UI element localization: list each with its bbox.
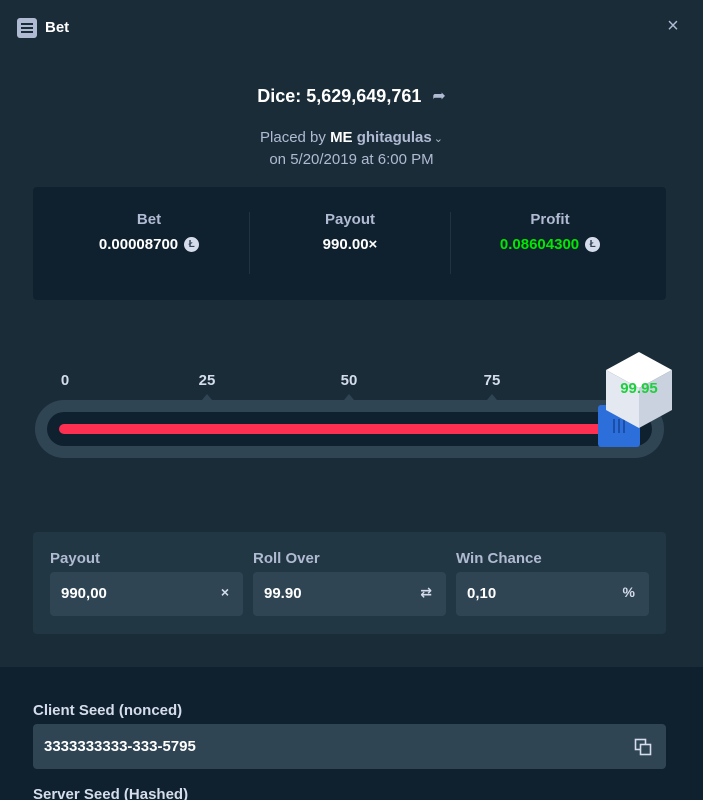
slider-fill xyxy=(59,424,604,434)
payout-field-value: 990,00 xyxy=(61,585,107,602)
copy-icon[interactable] xyxy=(634,738,652,756)
roll-over-field[interactable]: 99.90 ⇄ xyxy=(253,572,446,616)
client-seed-label: Client Seed (nonced) xyxy=(33,702,183,719)
win-chance-field-label: Win Chance xyxy=(456,550,542,567)
slider-tick-75: 75 xyxy=(483,372,501,389)
placed-by-line: Placed by ME ghitagulas ⌄ xyxy=(0,129,703,146)
multiply-icon: × xyxy=(220,584,229,600)
username-link[interactable]: ghitagulas xyxy=(357,129,432,146)
bet-checklist-icon xyxy=(17,18,37,38)
dice-result-value: 99.95 xyxy=(620,380,658,397)
slider-tick-0: 0 xyxy=(60,372,70,389)
stat-profit-label: Profit xyxy=(530,211,570,228)
bet-id-title: Dice: 5,629,649,761 ➦ xyxy=(0,86,703,107)
stat-bet-value: 0.00008700 xyxy=(98,236,200,253)
payout-field[interactable]: 990,00 × xyxy=(50,572,243,616)
stat-bet: Bet 0.00008700 xyxy=(49,211,249,254)
bet-modal: Bet × Dice: 5,629,649,761 ➦ Placed by ME… xyxy=(0,0,703,800)
roll-over-field-value: 99.90 xyxy=(264,585,302,602)
client-seed-value: 3333333333-333-5795 xyxy=(44,738,196,755)
placed-on-date: on 5/20/2019 at 6:00 PM xyxy=(269,151,434,168)
stat-profit-amount: 0.08604300 xyxy=(499,236,580,253)
win-chance-field-value: 0,10 xyxy=(467,585,497,602)
litecoin-icon xyxy=(585,237,601,252)
bet-stats-panel: Bet 0.00008700 Payout 990.00× Profit 0.0… xyxy=(33,187,666,300)
client-seed-field[interactable]: 3333333333-333-5795 xyxy=(33,724,666,769)
placed-by-prefix: Placed by xyxy=(260,129,326,146)
modal-header: Bet × xyxy=(0,0,703,56)
stat-bet-amount: 0.00008700 xyxy=(98,236,179,253)
slider-tick-25: 25 xyxy=(198,372,216,389)
stat-payout-value: 990.00× xyxy=(322,236,378,253)
payout-field-label: Payout xyxy=(50,550,101,567)
stat-bet-label: Bet xyxy=(136,211,162,228)
slider-tick-50: 50 xyxy=(340,372,358,389)
swap-icon[interactable]: ⇄ xyxy=(420,584,432,601)
win-chance-field[interactable]: 0,10 % xyxy=(456,572,649,616)
server-seed-label: Server Seed (Hashed) xyxy=(33,786,189,800)
me-tag: ME xyxy=(330,129,353,146)
chevron-down-icon[interactable]: ⌄ xyxy=(434,133,443,145)
bet-id-text: Dice: 5,629,649,761 xyxy=(257,86,422,106)
stat-payout-label: Payout xyxy=(324,211,375,228)
close-button[interactable]: × xyxy=(663,16,683,36)
roll-over-field-label: Roll Over xyxy=(253,550,320,567)
percent-icon: % xyxy=(622,584,635,600)
stat-profit-value: 0.08604300 xyxy=(499,236,601,253)
stat-profit: Profit 0.08604300 xyxy=(450,211,650,254)
modal-title: Bet xyxy=(45,19,70,36)
share-icon[interactable]: ➦ xyxy=(432,86,445,106)
litecoin-icon xyxy=(184,237,200,252)
stat-payout: Payout 990.00× xyxy=(250,211,450,254)
